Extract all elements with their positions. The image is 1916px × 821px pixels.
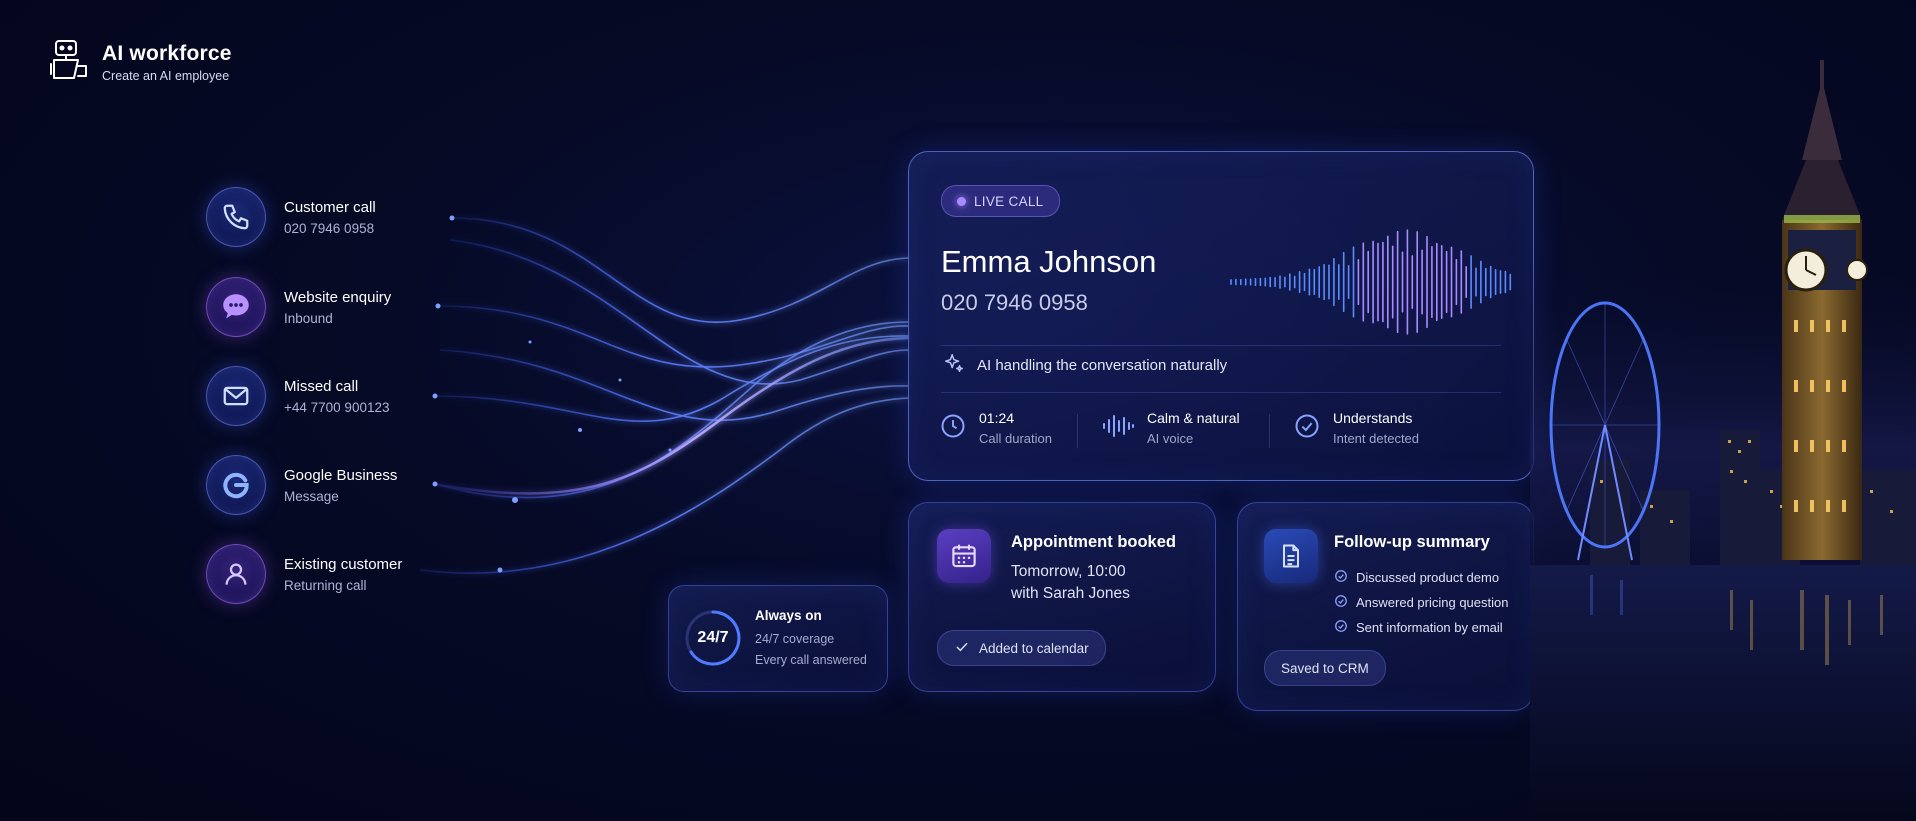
coverage-ring-label: 24/7 xyxy=(697,629,729,646)
caller-name: Emma Johnson xyxy=(941,244,1157,279)
list-item-text: Answered pricing question xyxy=(1356,595,1509,610)
live-dot-icon xyxy=(957,196,966,206)
google-icon xyxy=(206,455,266,515)
check-circle-icon xyxy=(1334,619,1348,636)
channel-title: Missed call xyxy=(284,377,359,395)
channel-missed-call[interactable]: Missed call +44 7700 900123 xyxy=(206,366,389,426)
stat-title: Understands xyxy=(1333,410,1413,426)
appointment-title: Appointment booked xyxy=(1011,533,1176,551)
appointment-with: with Sarah Jones xyxy=(1011,585,1130,602)
pill-label: Saved to CRM xyxy=(1281,660,1369,676)
list-item: Answered pricing question xyxy=(1334,590,1508,615)
appointment-time: Tomorrow, 10:00 xyxy=(1011,563,1126,580)
followup-title: Follow-up summary xyxy=(1334,533,1490,551)
list-item: Sent information by email xyxy=(1334,615,1508,640)
channel-google-business[interactable]: Google Business Message xyxy=(206,455,397,515)
calendar-icon xyxy=(937,529,991,583)
voice-wave-icon xyxy=(1101,412,1135,445)
always-on-title: Always on xyxy=(755,608,822,623)
channel-sub: 020 7946 0958 xyxy=(284,220,375,236)
list-item: Discussed product demo xyxy=(1334,565,1508,590)
saved-to-crm-pill[interactable]: Saved to CRM xyxy=(1264,650,1386,686)
brand-title: AI workforce xyxy=(102,42,232,65)
clock-icon xyxy=(939,412,967,445)
caller-phone: 020 7946 0958 xyxy=(941,290,1088,315)
list-item-text: Discussed product demo xyxy=(1356,570,1500,585)
user-icon xyxy=(206,544,266,604)
stat-sub: Intent detected xyxy=(1333,431,1420,446)
always-on-line2: Every call answered xyxy=(755,653,867,667)
stat-sub: AI voice xyxy=(1147,431,1194,446)
live-call-label: LIVE CALL xyxy=(974,193,1044,209)
stat-ai-voice: Calm & natural AI voice xyxy=(1101,410,1240,446)
divider xyxy=(941,345,1501,346)
channel-title: Customer call xyxy=(284,198,376,216)
channel-title: Website enquiry xyxy=(284,288,392,306)
pill-label: Added to calendar xyxy=(979,640,1089,656)
brand-subtitle: Create an AI employee xyxy=(102,69,230,83)
channel-customer-call[interactable]: Customer call 020 7946 0958 xyxy=(206,187,376,247)
followup-list: Discussed product demo Answered pricing … xyxy=(1334,565,1508,640)
sparkle-icon xyxy=(943,352,965,378)
divider xyxy=(1077,414,1078,448)
live-call-badge: LIVE CALL xyxy=(941,185,1060,217)
always-on-card[interactable]: 24/7 Always on 24/7 coverage Every call … xyxy=(668,585,888,692)
list-item-text: Sent information by email xyxy=(1356,620,1503,635)
channel-sub: +44 7700 900123 xyxy=(284,399,390,415)
check-icon xyxy=(954,639,970,658)
document-icon xyxy=(1264,529,1318,583)
divider xyxy=(1269,414,1270,448)
voice-waveform-icon xyxy=(1230,229,1512,335)
divider xyxy=(941,392,1501,393)
followup-summary-card[interactable]: Follow-up summary Discussed product demo… xyxy=(1237,502,1534,711)
check-circle-icon xyxy=(1293,412,1321,445)
phone-icon xyxy=(206,187,266,247)
stat-intent: Understands Intent detected xyxy=(1293,410,1419,446)
channel-existing-customer[interactable]: Existing customer Returning call xyxy=(206,544,402,604)
channel-website-enquiry[interactable]: Website enquiry Inbound xyxy=(206,277,391,337)
brand: AI workforce Create an AI employee xyxy=(48,38,232,87)
always-on-line1: 24/7 coverage xyxy=(755,632,835,646)
check-circle-icon xyxy=(1334,569,1348,586)
ai-status-row: AI handling the conversation naturally xyxy=(943,352,1227,378)
stat-sub: Call duration xyxy=(979,431,1052,446)
robot-logo-icon xyxy=(48,38,90,87)
ai-status-text: AI handling the conversation naturally xyxy=(977,356,1228,374)
chat-icon xyxy=(206,277,266,337)
london-skyline-illustration xyxy=(1530,60,1916,821)
stat-title: Calm & natural xyxy=(1147,410,1240,426)
stat-title: 01:24 xyxy=(979,410,1015,426)
mail-icon xyxy=(206,366,266,426)
check-circle-icon xyxy=(1334,594,1348,611)
data-stream-lines xyxy=(419,215,909,574)
added-to-calendar-pill[interactable]: Added to calendar xyxy=(937,630,1106,666)
channel-sub: Inbound xyxy=(284,310,333,326)
live-call-card[interactable]: LIVE CALL Emma Johnson 020 7946 0958 AI … xyxy=(908,151,1534,481)
stat-call-duration: 01:24 Call duration xyxy=(939,410,1052,446)
appointment-card[interactable]: Appointment booked Tomorrow, 10:00 with … xyxy=(908,502,1216,692)
